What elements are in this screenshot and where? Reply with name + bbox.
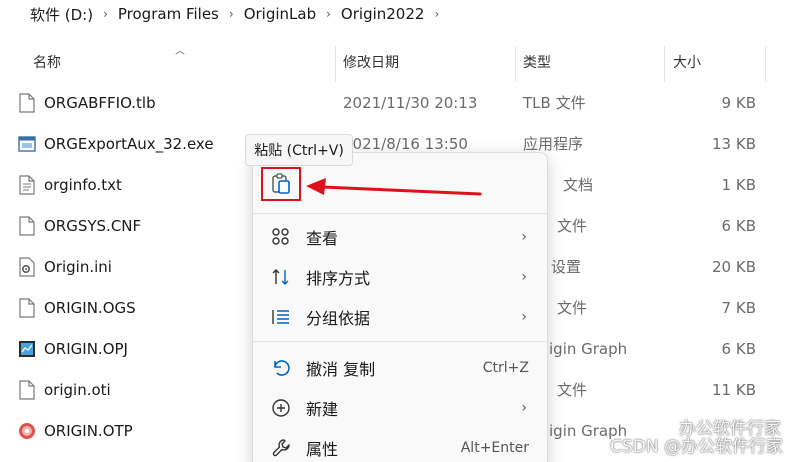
menu-item-view[interactable]: 查看 › xyxy=(257,218,545,256)
file-size: 20 KB xyxy=(712,257,756,276)
file-row[interactable]: ORGABFFIO.tlb 2021/11/30 20:13 TLB 文件 9 … xyxy=(0,82,797,123)
menu-item-label: 分组依据 xyxy=(306,309,371,328)
breadcrumb-originlab[interactable]: OriginLab xyxy=(244,5,316,23)
file-size: 7 KB xyxy=(721,298,756,317)
paste-icon xyxy=(272,173,290,194)
breadcrumb-separator: › xyxy=(103,7,108,21)
menu-divider xyxy=(253,213,547,214)
breadcrumb-drive[interactable]: 软件 (D:) xyxy=(30,4,93,25)
file-name: ORGABFFIO.tlb xyxy=(44,93,156,112)
breadcrumb: 软件 (D:) › Program Files › OriginLab › Or… xyxy=(0,0,797,28)
file-icon xyxy=(19,380,35,400)
chevron-right-icon: › xyxy=(521,400,527,416)
file-size: 1 KB xyxy=(721,175,756,194)
column-type[interactable]: 类型 xyxy=(523,42,551,82)
column-date[interactable]: 修改日期 xyxy=(343,42,399,82)
breadcrumb-program-files[interactable]: Program Files xyxy=(118,5,219,23)
chevron-right-icon: › xyxy=(521,269,527,285)
sort-icon xyxy=(272,269,289,285)
breadcrumb-separator: › xyxy=(326,7,331,21)
menu-item-new[interactable]: 新建 › xyxy=(257,389,545,427)
menu-item-shortcut: Ctrl+Z xyxy=(482,360,529,376)
exe-icon xyxy=(18,136,36,152)
file-date: 2021/11/30 20:13 xyxy=(343,93,478,112)
chevron-right-icon: › xyxy=(521,229,527,245)
file-name: origin.oti xyxy=(44,380,111,399)
paste-tooltip: 粘贴 (Ctrl+V) xyxy=(245,134,353,166)
watermark-csdn: CSDN @办公软件行家 xyxy=(610,437,783,457)
menu-item-sort[interactable]: 排序方式 › xyxy=(257,258,545,296)
file-name: ORIGIN.OGS xyxy=(44,298,136,317)
paste-button[interactable] xyxy=(261,167,301,201)
menu-item-label: 查看 xyxy=(306,229,339,248)
group-icon xyxy=(272,310,289,324)
breadcrumb-separator: › xyxy=(434,7,440,21)
file-type: 文件 xyxy=(557,299,588,317)
column-divider[interactable] xyxy=(515,46,516,82)
column-name[interactable]: 名称 xyxy=(33,42,61,82)
column-header: 名称 修改日期 类型 大小 xyxy=(0,42,797,82)
file-size: 13 KB xyxy=(712,134,756,153)
file-type: igin Graph xyxy=(549,339,628,358)
file-icon xyxy=(19,93,35,113)
file-type: 文件 xyxy=(557,381,588,399)
file-size: 6 KB xyxy=(721,216,756,235)
file-icon xyxy=(19,298,35,318)
file-icon xyxy=(19,216,35,236)
menu-item-shortcut: Alt+Enter xyxy=(460,440,529,456)
file-type: 文件 xyxy=(557,217,588,235)
settings-file-icon xyxy=(19,257,35,277)
breadcrumb-separator: › xyxy=(228,7,234,21)
chevron-right-icon: › xyxy=(521,309,527,325)
annotation-arrow-icon xyxy=(306,178,482,196)
file-name: ORGExportAux_32.exe xyxy=(44,134,214,153)
file-name: ORIGIN.OTP xyxy=(44,421,133,440)
undo-icon xyxy=(274,360,290,376)
origin-template-icon xyxy=(19,423,35,439)
menu-item-properties[interactable]: 属性 Alt+Enter xyxy=(257,429,545,462)
file-name: orginfo.txt xyxy=(44,175,122,194)
file-type: TLB 文件 xyxy=(523,94,586,112)
menu-item-label: 新建 xyxy=(306,400,339,419)
text-file-icon xyxy=(19,175,35,195)
menu-item-group[interactable]: 分组依据 › xyxy=(257,298,545,336)
file-type: 文档 xyxy=(563,176,594,194)
menu-item-label: 撤消 复制 xyxy=(306,360,376,379)
menu-divider xyxy=(253,341,547,342)
new-icon xyxy=(272,399,290,417)
grid-view-icon xyxy=(272,228,289,245)
file-size: 6 KB xyxy=(721,339,756,358)
menu-item-label: 属性 xyxy=(306,440,339,459)
file-size: 9 KB xyxy=(721,93,756,112)
file-name: ORIGIN.OPJ xyxy=(44,339,128,358)
column-divider[interactable] xyxy=(335,46,336,82)
column-divider[interactable] xyxy=(765,46,766,82)
breadcrumb-origin2022[interactable]: Origin2022 xyxy=(341,5,425,23)
file-name: ORGSYS.CNF xyxy=(44,216,142,235)
file-size: 11 KB xyxy=(712,380,756,399)
column-size[interactable]: 大小 xyxy=(673,42,701,82)
menu-item-label: 排序方式 xyxy=(306,269,371,288)
origin-project-icon xyxy=(19,341,35,357)
menu-item-undo-copy[interactable]: 撤消 复制 Ctrl+Z xyxy=(257,349,545,387)
column-divider[interactable] xyxy=(664,46,665,82)
wrench-icon xyxy=(272,439,290,457)
file-type: 设置 xyxy=(551,258,582,276)
file-name: Origin.ini xyxy=(44,257,112,276)
